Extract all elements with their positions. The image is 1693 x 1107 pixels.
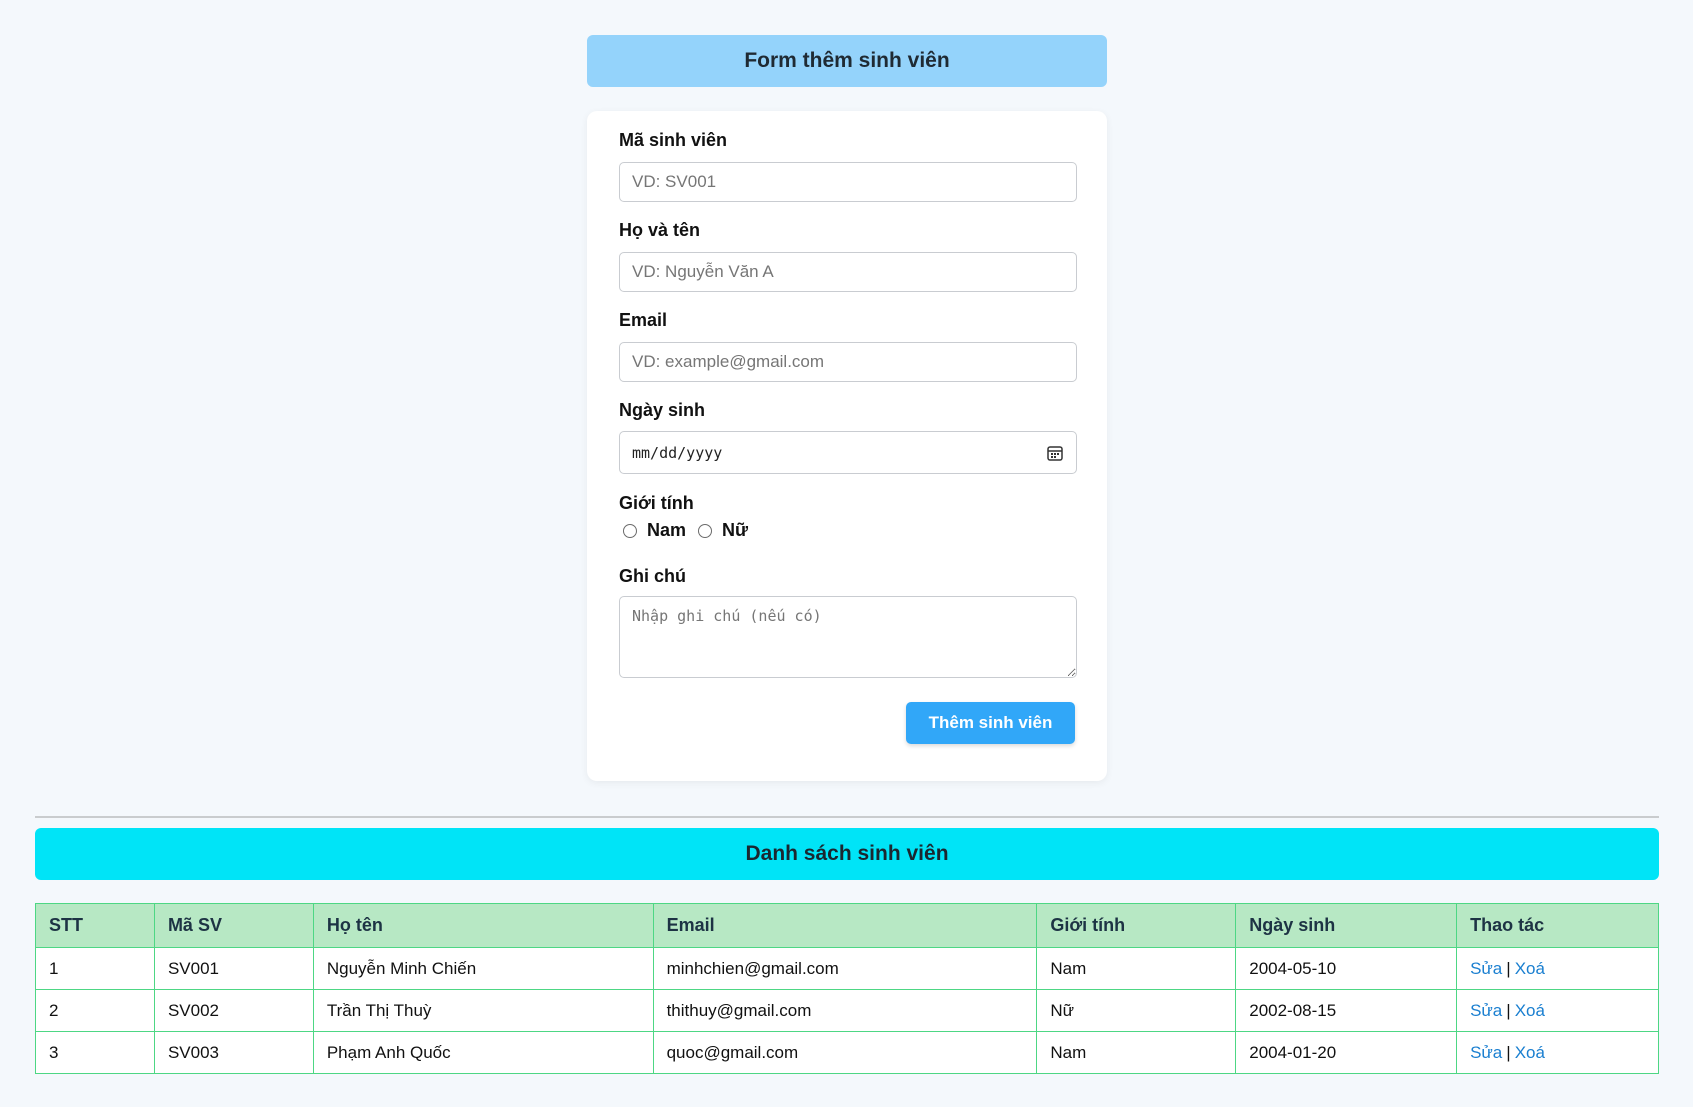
cell-student-id: SV002	[153, 989, 314, 1032]
gender-option-nu-label[interactable]: Nữ	[722, 520, 748, 541]
column-header-stt: STT	[35, 903, 155, 948]
column-header-name: Họ tên	[312, 903, 654, 948]
table-row: 3 SV003 Phạm Anh Quốc quoc@gmail.com Nam…	[35, 1031, 1659, 1074]
action-separator: |	[1506, 1042, 1511, 1062]
delete-link[interactable]: Xoá	[1515, 959, 1545, 978]
column-header-actions: Thao tác	[1456, 903, 1659, 948]
cell-gender: Nam	[1036, 947, 1237, 990]
birthdate-input[interactable]: mm/dd/yyyy	[619, 431, 1077, 474]
cell-gender: Nam	[1036, 1031, 1237, 1074]
gender-option-nam-label[interactable]: Nam	[647, 520, 686, 541]
cell-student-id: SV003	[153, 1031, 314, 1074]
cell-stt: 1	[35, 947, 155, 990]
gender-radio-nam[interactable]	[623, 523, 637, 538]
cell-birthdate: 2002-08-15	[1235, 989, 1458, 1032]
email-label: Email	[619, 310, 668, 330]
action-separator: |	[1506, 958, 1511, 978]
column-header-student-id: Mã SV	[153, 903, 314, 948]
table-row: 2 SV002 Trần Thị Thuỳ thithuy@gmail.com …	[35, 989, 1659, 1032]
note-textarea[interactable]	[619, 596, 1077, 678]
cell-actions: Sửa | Xoá	[1456, 989, 1659, 1032]
column-header-birthdate: Ngày sinh	[1235, 903, 1458, 948]
cell-actions: Sửa | Xoá	[1456, 947, 1659, 990]
edit-link[interactable]: Sửa	[1470, 959, 1502, 978]
cell-name: Trần Thị Thuỳ	[312, 989, 654, 1032]
birthdate-label: Ngày sinh	[619, 400, 706, 420]
gender-radio-nu[interactable]	[698, 523, 713, 538]
cell-email: quoc@gmail.com	[652, 1031, 1038, 1074]
full-name-input[interactable]	[619, 252, 1077, 292]
student-id-input[interactable]	[619, 162, 1077, 202]
action-separator: |	[1506, 1000, 1511, 1020]
delete-link[interactable]: Xoá	[1515, 1043, 1545, 1062]
cell-name: Nguyễn Minh Chiến	[312, 947, 654, 990]
section-divider	[35, 816, 1659, 818]
calendar-icon[interactable]	[1046, 444, 1064, 462]
cell-email: thithuy@gmail.com	[652, 989, 1038, 1032]
student-id-label: Mã sinh viên	[619, 130, 728, 150]
table-header-row: STT Mã SV Họ tên Email Giới tính Ngày si…	[35, 903, 1659, 948]
cell-student-id: SV001	[153, 947, 314, 990]
gender-label: Giới tính	[619, 493, 694, 513]
note-label: Ghi chú	[619, 566, 686, 586]
column-header-gender: Giới tính	[1036, 903, 1237, 948]
birthdate-placeholder: mm/dd/yyyy	[632, 443, 723, 462]
full-name-label: Họ và tên	[619, 220, 701, 240]
cell-gender: Nữ	[1036, 989, 1237, 1032]
email-input[interactable]	[619, 342, 1077, 382]
gender-options: Nam Nữ	[623, 520, 760, 541]
student-table: STT Mã SV Họ tên Email Giới tính Ngày si…	[35, 903, 1659, 1074]
form-title: Form thêm sinh viên	[587, 35, 1107, 87]
add-student-button[interactable]: Thêm sinh viên	[906, 702, 1075, 744]
cell-birthdate: 2004-01-20	[1235, 1031, 1458, 1074]
table-row: 1 SV001 Nguyễn Minh Chiến minhchien@gmai…	[35, 947, 1659, 990]
cell-actions: Sửa | Xoá	[1456, 1031, 1659, 1074]
cell-stt: 2	[35, 989, 155, 1032]
edit-link[interactable]: Sửa	[1470, 1043, 1502, 1062]
edit-link[interactable]: Sửa	[1470, 1001, 1502, 1020]
add-student-form: Mã sinh viên Họ và tên Email Ngày sinh m…	[587, 111, 1107, 781]
column-header-email: Email	[652, 903, 1038, 948]
delete-link[interactable]: Xoá	[1515, 1001, 1545, 1020]
cell-email: minhchien@gmail.com	[652, 947, 1038, 990]
cell-stt: 3	[35, 1031, 155, 1074]
cell-birthdate: 2004-05-10	[1235, 947, 1458, 990]
cell-name: Phạm Anh Quốc	[312, 1031, 654, 1074]
student-list-title: Danh sách sinh viên	[35, 828, 1659, 880]
